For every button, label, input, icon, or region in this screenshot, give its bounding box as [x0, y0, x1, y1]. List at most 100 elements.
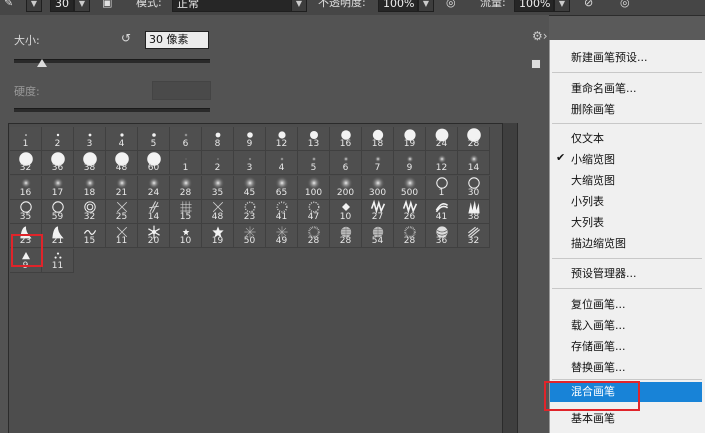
opacity-field[interactable]: 100%	[378, 0, 418, 12]
brush-tip[interactable]: 59	[42, 199, 74, 224]
opacity-dropdown[interactable]: ▼	[418, 0, 434, 12]
brush-tip[interactable]: 15	[74, 224, 106, 249]
brush-tip[interactable]: 10	[330, 199, 362, 224]
brush-tip[interactable]: 500	[394, 175, 426, 200]
menu-item[interactable]: 复位画笔...	[571, 296, 626, 312]
size-field[interactable]: 30	[50, 0, 74, 12]
brush-tip[interactable]: 3	[234, 151, 266, 176]
brush-tip[interactable]: 24	[426, 127, 458, 151]
brush-tip[interactable]: 30	[458, 175, 490, 200]
menu-item[interactable]: 存储画笔...	[571, 338, 626, 354]
brush-tip[interactable]: 7	[362, 151, 394, 176]
brush-tip[interactable]: 100	[298, 175, 330, 200]
brush-tip[interactable]: 28	[330, 224, 362, 249]
brush-tip[interactable]: 47	[298, 199, 330, 224]
brush-tip[interactable]: 41	[266, 199, 298, 224]
brush-tip[interactable]: 19	[202, 224, 234, 249]
flow-field[interactable]: 100%	[514, 0, 554, 12]
brush-tip[interactable]: 54	[362, 224, 394, 249]
brush-tip[interactable]: 60	[138, 151, 170, 176]
mode-dropdown[interactable]: ▼	[291, 0, 307, 12]
menu-item[interactable]: 小缩览图	[571, 151, 615, 167]
brush-tip[interactable]: 5	[138, 127, 170, 151]
brush-tip[interactable]: 28	[298, 224, 330, 249]
menu-item[interactable]: 基本画笔	[571, 410, 615, 426]
menu-item[interactable]: 大列表	[571, 214, 604, 230]
brush-tip[interactable]: 12	[426, 151, 458, 176]
brush-tip[interactable]: 21	[106, 175, 138, 200]
brush-tip[interactable]: 1	[170, 151, 202, 176]
brush-tip[interactable]: 38	[458, 199, 490, 224]
brush-tip[interactable]: 20	[138, 224, 170, 249]
brush-tip[interactable]: 28	[170, 175, 202, 200]
brush-tip[interactable]: 5	[298, 151, 330, 176]
menu-item[interactable]: 新建画笔预设...	[571, 49, 648, 65]
menu-item[interactable]: 重命名画笔...	[571, 80, 637, 96]
brush-tip[interactable]: 6	[170, 127, 202, 151]
reset-size-icon[interactable]: ↺	[121, 31, 131, 45]
brush-tip[interactable]: 10	[170, 224, 202, 249]
brush-tip[interactable]: 8	[202, 127, 234, 151]
brush-tip[interactable]: 11	[42, 248, 74, 273]
brush-tip[interactable]: 38	[74, 151, 106, 176]
brush-tip[interactable]: 16	[10, 175, 42, 200]
new-preset-icon[interactable]	[531, 59, 541, 69]
brush-tip[interactable]: 23	[234, 199, 266, 224]
brush-tip[interactable]: 9	[394, 151, 426, 176]
brush-tip[interactable]: 36	[42, 151, 74, 176]
gear-icon[interactable]: ⚙›	[532, 29, 548, 43]
brush-tip[interactable]: 36	[426, 224, 458, 249]
brush-tip[interactable]: 27	[362, 199, 394, 224]
brush-tip[interactable]: 32	[10, 151, 42, 176]
brush-tip[interactable]: 4	[266, 151, 298, 176]
brush-tip[interactable]: 50	[234, 224, 266, 249]
flow-dropdown[interactable]: ▼	[554, 0, 570, 12]
menu-item[interactable]: 大缩览图	[571, 172, 615, 188]
brush-tip[interactable]: 12	[266, 127, 298, 151]
brush-tip[interactable]: 14	[138, 199, 170, 224]
brush-tip[interactable]: 3	[74, 127, 106, 151]
brush-tip[interactable]: 32	[74, 199, 106, 224]
menu-item[interactable]: 载入画笔...	[571, 317, 626, 333]
brush-tip[interactable]: 32	[458, 224, 490, 249]
brush-tip[interactable]: 300	[362, 175, 394, 200]
menu-item[interactable]: 小列表	[571, 193, 604, 209]
brush-tip[interactable]: 13	[298, 127, 330, 151]
brush-tool-icon[interactable]: ✎	[4, 0, 13, 12]
menu-item[interactable]: 预设管理器...	[571, 265, 637, 281]
brush-grid-scrollbar[interactable]	[502, 123, 517, 433]
brush-tip[interactable]: 49	[266, 224, 298, 249]
brush-tip[interactable]: 48	[202, 199, 234, 224]
brush-tip[interactable]: 41	[426, 199, 458, 224]
brush-tip[interactable]: 26	[394, 199, 426, 224]
brush-tip[interactable]: 18	[74, 175, 106, 200]
brush-picker-dropdown[interactable]: ▼	[74, 0, 90, 12]
pressure-opacity-icon[interactable]: ◎	[446, 0, 456, 12]
airbrush-icon[interactable]: ⊘	[584, 0, 593, 12]
brush-tip[interactable]: 14	[458, 151, 490, 176]
menu-item[interactable]: 替换画笔...	[571, 359, 626, 375]
brush-tip[interactable]: 48	[106, 151, 138, 176]
brush-tip[interactable]: 25	[106, 199, 138, 224]
brush-tip[interactable]: 2	[42, 127, 74, 151]
pressure-size-icon[interactable]: ◎	[620, 0, 630, 12]
brush-tip[interactable]: 65	[266, 175, 298, 200]
toggle-panel-icon[interactable]: ▣	[102, 0, 112, 12]
brush-tip[interactable]: 18	[362, 127, 394, 151]
brush-tip[interactable]: 35	[202, 175, 234, 200]
size-input[interactable]: 30 像素	[145, 31, 209, 49]
brush-tip[interactable]: 17	[42, 175, 74, 200]
brush-tip[interactable]: 35	[10, 199, 42, 224]
menu-item[interactable]: 描边缩览图	[571, 235, 626, 251]
brush-tip[interactable]: 11	[106, 224, 138, 249]
brush-tip[interactable]: 4	[106, 127, 138, 151]
brush-tip[interactable]: 45	[234, 175, 266, 200]
brush-tip[interactable]: 1	[426, 175, 458, 200]
brush-tip[interactable]: 1	[10, 127, 42, 151]
size-slider-thumb[interactable]	[37, 59, 47, 67]
brush-tip[interactable]: 2	[202, 151, 234, 176]
brush-tip[interactable]: 9	[234, 127, 266, 151]
tool-preset-dropdown[interactable]: ▼	[26, 0, 42, 12]
brush-tip[interactable]: 28	[394, 224, 426, 249]
mode-select[interactable]: 正常	[172, 0, 292, 12]
